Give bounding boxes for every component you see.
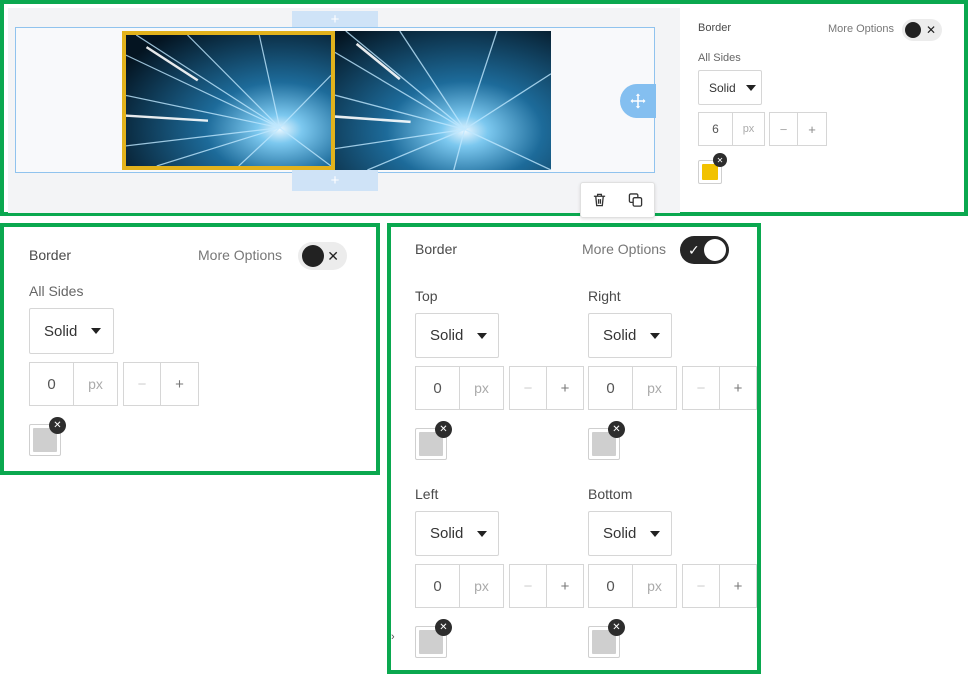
- color-fill: [702, 164, 718, 180]
- side-label-right: Right: [588, 288, 621, 304]
- tunnel-image-art: [335, 31, 551, 170]
- chevron-down-icon: [477, 530, 488, 537]
- close-icon: ✕: [925, 23, 936, 37]
- border-heading: Border: [698, 22, 732, 34]
- border-heading: Border: [29, 247, 72, 263]
- chevron-down-icon: [745, 84, 756, 91]
- delete-button[interactable]: [592, 192, 607, 208]
- border-width-input[interactable]: 0: [29, 362, 74, 406]
- bottom-style-select[interactable]: Solid: [588, 511, 672, 556]
- right-decrement-button[interactable]: −: [682, 366, 720, 410]
- clear-color-icon[interactable]: ✕: [435, 421, 452, 438]
- more-options-label: More Options: [582, 241, 667, 257]
- border-panel-simple-frame: Border More Options ✕ All Sides Solid 0 …: [0, 223, 380, 475]
- border-style-value: Solid: [709, 80, 736, 95]
- bottom-width-input[interactable]: 0: [588, 564, 633, 608]
- left-width-input[interactable]: 0: [415, 564, 460, 608]
- clear-color-icon[interactable]: ✕: [713, 153, 727, 167]
- unit-label: px: [73, 362, 118, 406]
- editor-screenshot-frame: + + Border More Options ✕ All Sides Soli…: [0, 0, 968, 218]
- border-style-select[interactable]: Solid: [29, 308, 114, 354]
- unit-label: px: [459, 564, 504, 608]
- move-handle[interactable]: [620, 84, 656, 118]
- top-color-swatch[interactable]: ✕: [415, 421, 452, 460]
- top-increment-button[interactable]: +: [546, 366, 584, 410]
- bottom-increment-button[interactable]: +: [719, 564, 757, 608]
- unit-label: px: [732, 112, 765, 146]
- border-panel-expanded-frame: Border More Options ✓ Top Solid 0 px − +…: [387, 223, 761, 674]
- chevron-down-icon: [91, 328, 102, 334]
- duplicate-icon: [629, 193, 643, 207]
- top-decrement-button[interactable]: −: [509, 366, 547, 410]
- border-style-value: Solid: [44, 322, 78, 340]
- close-icon: ✕: [327, 247, 339, 264]
- chevron-down-icon: [650, 530, 661, 537]
- border-style-select[interactable]: Solid: [698, 70, 762, 105]
- toggle-knob: [905, 22, 921, 38]
- right-increment-button[interactable]: +: [719, 366, 757, 410]
- more-options-label: More Options: [198, 247, 283, 263]
- border-heading: Border: [415, 241, 458, 257]
- style-value: Solid: [603, 327, 637, 344]
- more-options-toggle[interactable]: ✕: [298, 242, 347, 270]
- more-options-label: More Options: [828, 23, 895, 35]
- unit-label: px: [459, 366, 504, 410]
- right-width-input[interactable]: 0: [588, 366, 633, 410]
- chevron-down-icon: [477, 332, 488, 339]
- toggle-knob: [704, 239, 726, 261]
- clear-color-icon[interactable]: ✕: [608, 619, 625, 636]
- style-value: Solid: [430, 525, 464, 542]
- tunnel-image-selected[interactable]: [122, 31, 335, 170]
- all-sides-label: All Sides: [698, 52, 741, 64]
- left-style-select[interactable]: Solid: [415, 511, 499, 556]
- style-value: Solid: [603, 525, 637, 542]
- top-width-input[interactable]: 0: [415, 366, 460, 410]
- decrement-button[interactable]: −: [123, 362, 161, 406]
- left-increment-button[interactable]: +: [546, 564, 584, 608]
- check-icon: ✓: [688, 241, 700, 258]
- bottom-decrement-button[interactable]: −: [682, 564, 720, 608]
- element-actions: [580, 182, 655, 218]
- chevron-right-icon[interactable]: ›: [391, 631, 395, 643]
- border-color-swatch[interactable]: ✕: [29, 417, 66, 456]
- style-value: Solid: [430, 327, 464, 344]
- left-decrement-button[interactable]: −: [509, 564, 547, 608]
- right-style-select[interactable]: Solid: [588, 313, 672, 358]
- border-color-swatch[interactable]: ✕: [698, 153, 727, 184]
- editor-canvas: + +: [8, 8, 680, 218]
- unit-label: px: [632, 366, 677, 410]
- more-options-toggle[interactable]: ✓: [680, 236, 729, 264]
- clear-color-icon[interactable]: ✕: [49, 417, 66, 434]
- side-label-left: Left: [415, 486, 439, 502]
- tunnel-image[interactable]: [335, 31, 551, 170]
- clear-color-icon[interactable]: ✕: [435, 619, 452, 636]
- clear-color-icon[interactable]: ✕: [608, 421, 625, 438]
- trash-icon: [593, 193, 605, 207]
- side-label-top: Top: [415, 288, 438, 304]
- more-options-toggle[interactable]: ✕: [902, 19, 942, 41]
- top-style-select[interactable]: Solid: [415, 313, 499, 358]
- toggle-knob: [302, 245, 324, 267]
- decrement-button[interactable]: −: [769, 112, 798, 146]
- left-color-swatch[interactable]: ✕: [415, 619, 452, 658]
- bottom-color-swatch[interactable]: ✕: [588, 619, 625, 658]
- tunnel-image-art: [126, 35, 331, 166]
- move-icon: [630, 93, 646, 109]
- border-width-input[interactable]: 6: [698, 112, 733, 146]
- all-sides-label: All Sides: [29, 283, 84, 299]
- unit-label: px: [632, 564, 677, 608]
- image-row: [15, 27, 655, 173]
- duplicate-button[interactable]: [628, 192, 643, 208]
- add-row-below-button[interactable]: +: [292, 170, 378, 191]
- right-color-swatch[interactable]: ✕: [588, 421, 625, 460]
- chevron-down-icon: [650, 332, 661, 339]
- increment-button[interactable]: +: [797, 112, 827, 146]
- side-label-bottom: Bottom: [588, 486, 633, 502]
- increment-button[interactable]: +: [160, 362, 199, 406]
